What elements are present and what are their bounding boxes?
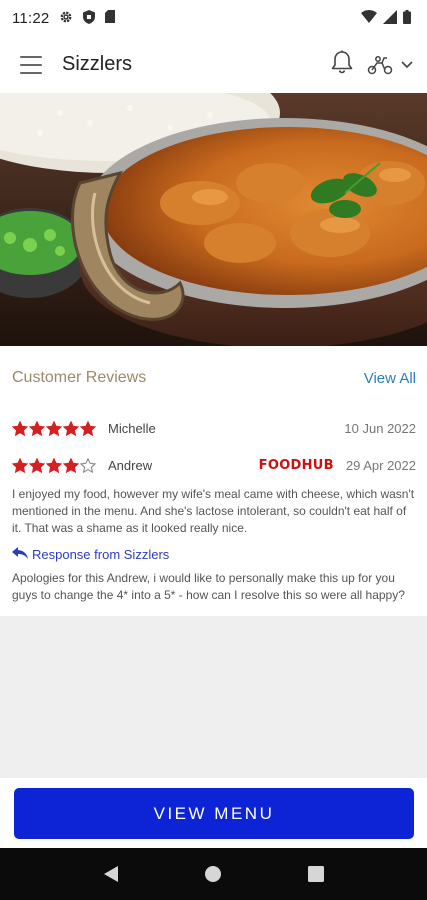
star-filled-icon [46,457,62,473]
system-nav-bar [0,848,427,900]
star-filled-icon [12,457,28,473]
review-text: I enjoyed my food, however my wife's mea… [12,487,415,535]
sim-icon [105,10,116,26]
chevron-down-icon[interactable] [401,56,413,74]
section-title: Customer Reviews [12,369,147,386]
wifi-icon [361,10,377,26]
hero-image [0,93,427,346]
star-filled-icon [80,420,96,436]
response-text: Apologies for this Andrew, i would like … [12,571,405,602]
response-label: Response from Sizzlers [32,547,170,562]
delivery-scooter-icon[interactable] [367,55,413,75]
review-item: Michelle 10 Jun 2022 [0,410,427,447]
app-bar: Sizzlers [0,36,427,93]
status-bar: 11:22 [0,0,427,36]
reviewer-name: Andrew [108,458,153,473]
empty-area [0,616,427,778]
view-menu-button[interactable]: VIEW MENU [14,788,414,839]
star-filled-icon [12,420,28,436]
page-title: Sizzlers [62,53,133,75]
response-toggle[interactable]: Response from Sizzlers [0,547,427,562]
curry-bowl-photo [0,93,427,346]
back-icon[interactable] [99,862,123,886]
view-all-link[interactable]: View All [364,370,416,387]
home-icon[interactable] [201,862,225,886]
reply-icon [12,547,28,562]
review-item: Andrew FOODHUB 29 Apr 2022 [0,447,427,484]
battery-icon [403,9,411,27]
star-filled-icon [46,420,62,436]
star-filled-icon [63,420,79,436]
reviewer-name: Michelle [108,421,156,436]
star-rating [12,457,96,474]
gear-icon [59,10,73,27]
review-date: 10 Jun 2022 [344,421,416,436]
recents-icon[interactable] [304,862,328,886]
review-date: 29 Apr 2022 [345,458,416,473]
shield-icon [83,9,96,27]
customer-reviews-section: Customer Reviews View All Michelle 10 Ju… [0,346,427,616]
star-empty-icon [80,457,96,473]
bottom-action-area: VIEW MENU [0,778,427,848]
source-badge: FOODHUB [258,458,334,473]
hamburger-menu-icon[interactable] [20,55,42,74]
star-filled-icon [29,420,45,436]
star-filled-icon [29,457,45,473]
status-time: 11:22 [12,9,50,27]
bell-icon[interactable] [331,50,353,79]
star-rating [12,420,96,437]
signal-icon [383,9,397,27]
star-filled-icon [63,457,79,473]
